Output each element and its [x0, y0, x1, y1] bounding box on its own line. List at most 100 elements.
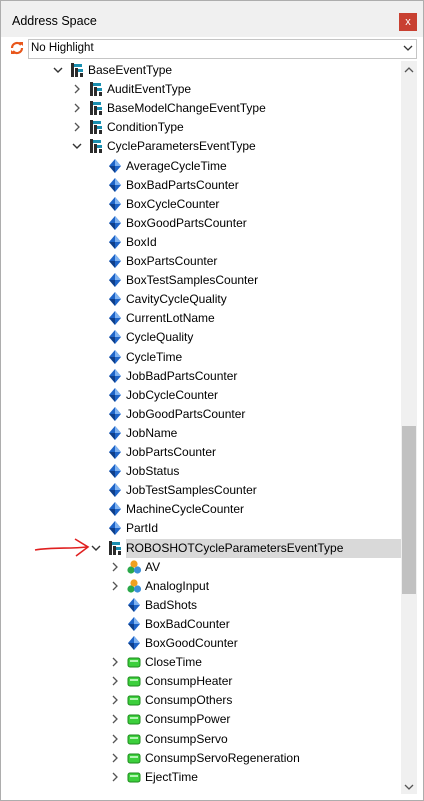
tree-item-consump-servo-regeneration[interactable]: ConsumpServoRegeneration	[1, 749, 401, 768]
tree-item-label: MachineCycleCounter	[126, 502, 245, 516]
property-icon	[109, 350, 121, 364]
variable-icon	[127, 753, 141, 764]
tree-item-consump-others[interactable]: ConsumpOthers	[1, 691, 401, 710]
tree-item-part-id[interactable]: PartId	[1, 519, 401, 538]
scroll-up-icon[interactable]	[404, 65, 414, 75]
red-arrow-annotation-icon	[34, 538, 90, 557]
property-icon	[109, 464, 121, 478]
tree-item-label: ConsumpOthers	[145, 693, 233, 707]
tree-item-label: ConsumpHeater	[145, 674, 233, 688]
tree-item-box-id[interactable]: BoxId	[1, 233, 401, 252]
chevron-down-icon[interactable]	[72, 141, 82, 151]
tree-item-job-name[interactable]: JobName	[1, 424, 401, 443]
tree-item-label: BoxCycleCounter	[126, 197, 220, 211]
chevron-right-icon[interactable]	[110, 772, 120, 782]
tree-item-eject-time[interactable]: EjectTime	[1, 768, 401, 787]
chevron-right-icon[interactable]	[72, 103, 82, 113]
tree-item-label: AnalogInput	[145, 579, 210, 593]
property-icon	[109, 292, 121, 306]
property-icon	[109, 369, 121, 383]
scroll-down-icon[interactable]	[404, 782, 414, 792]
tree-item-label: BoxGoodPartsCounter	[126, 216, 247, 230]
tree-item-base-model-change-event-type[interactable]: BaseModelChangeEventType	[1, 99, 401, 118]
scrollbar-thumb[interactable]	[402, 426, 416, 594]
highlight-select[interactable]: No Highlight	[28, 39, 417, 59]
tree-item-job-test-samples-counter[interactable]: JobTestSamplesCounter	[1, 481, 401, 500]
chevron-right-icon[interactable]	[110, 657, 120, 667]
tree-item-job-bad-parts-counter[interactable]: JobBadPartsCounter	[1, 367, 401, 386]
tree-item-cavity-cycle-quality[interactable]: CavityCycleQuality	[1, 290, 401, 309]
tree-item-machine-cycle-counter[interactable]: MachineCycleCounter	[1, 500, 401, 519]
tree-item-box-parts-counter[interactable]: BoxPartsCounter	[1, 252, 401, 271]
tree-item-cycle-time[interactable]: CycleTime	[1, 348, 401, 367]
tree-item-label: BoxBadPartsCounter	[126, 178, 239, 192]
tree-item-label: BoxId	[126, 235, 157, 249]
close-button[interactable]: x	[399, 13, 417, 31]
tree-item-label: BoxGoodCounter	[145, 636, 238, 650]
event-type-icon	[90, 120, 102, 134]
tree-item-label: BoxPartsCounter	[126, 254, 218, 268]
chevron-right-icon[interactable]	[110, 562, 120, 572]
tree-item-box-good-parts-counter[interactable]: BoxGoodPartsCounter	[1, 214, 401, 233]
event-type-icon	[109, 541, 121, 555]
tree-item-box-good-counter[interactable]: BoxGoodCounter	[1, 634, 401, 653]
tree-item-box-bad-parts-counter[interactable]: BoxBadPartsCounter	[1, 176, 401, 195]
address-space-panel: Address Space x No Highlight BaseEventTy…	[0, 0, 424, 801]
tree-item-label: JobGoodPartsCounter	[126, 407, 246, 421]
tree-item-job-good-parts-counter[interactable]: JobGoodPartsCounter	[1, 405, 401, 424]
tree-item-bad-shots[interactable]: BadShots	[1, 596, 401, 615]
tree-item-analog-input[interactable]: AnalogInput	[1, 577, 401, 596]
tree-item-label: JobPartsCounter	[126, 445, 217, 459]
vertical-scrollbar[interactable]	[401, 61, 417, 794]
tree-item-label: JobTestSamplesCounter	[126, 483, 257, 497]
tree-item-label: ROBOSHOTCycleParametersEventType	[126, 541, 344, 555]
chevron-down-icon[interactable]	[53, 65, 63, 75]
property-icon	[109, 216, 121, 230]
property-icon	[109, 235, 121, 249]
tree-item-job-status[interactable]: JobStatus	[1, 462, 401, 481]
property-icon	[109, 159, 121, 173]
tree-item-average-cycle-time[interactable]: AverageCycleTime	[1, 157, 401, 176]
variable-icon	[127, 676, 141, 687]
tree-item-label: AuditEventType	[107, 82, 192, 96]
tree-item-base-event-type[interactable]: BaseEventType	[1, 61, 401, 80]
chevron-right-icon[interactable]	[110, 695, 120, 705]
tree-item-current-lot-name[interactable]: CurrentLotName	[1, 309, 401, 328]
tree-item-box-cycle-counter[interactable]: BoxCycleCounter	[1, 195, 401, 214]
tree-item-label: BadShots	[145, 598, 198, 612]
chevron-right-icon[interactable]	[72, 122, 82, 132]
property-icon	[109, 483, 121, 497]
tree-item-label: CycleQuality	[126, 330, 194, 344]
tree-item-cycle-parameters-event-type[interactable]: CycleParametersEventType	[1, 137, 401, 156]
property-icon	[128, 617, 140, 631]
tree-item-av[interactable]: AV	[1, 558, 401, 577]
tree-item-job-parts-counter[interactable]: JobPartsCounter	[1, 443, 401, 462]
tree-item-consump-servo[interactable]: ConsumpServo	[1, 730, 401, 749]
address-space-tree: BaseEventType AuditEventType BaseModelChan…	[1, 61, 401, 799]
tree-item-label: CloseTime	[145, 655, 202, 669]
tree-item-box-bad-counter[interactable]: BoxBadCounter	[1, 615, 401, 634]
chevron-down-icon[interactable]	[91, 543, 101, 553]
tree-item-label: JobBadPartsCounter	[126, 369, 238, 383]
chevron-right-icon[interactable]	[110, 753, 120, 763]
variable-icon	[127, 734, 141, 745]
chevron-right-icon[interactable]	[72, 84, 82, 94]
refresh-icon[interactable]	[9, 40, 25, 56]
tree-item-consump-power[interactable]: ConsumpPower	[1, 710, 401, 729]
chevron-right-icon[interactable]	[110, 714, 120, 724]
tree-item-box-test-samples-counter[interactable]: BoxTestSamplesCounter	[1, 271, 401, 290]
tree-item-label: JobCycleCounter	[126, 388, 219, 402]
tree-item-label: BoxTestSamplesCounter	[126, 273, 259, 287]
chevron-right-icon[interactable]	[110, 581, 120, 591]
chevron-right-icon[interactable]	[110, 734, 120, 744]
event-type-icon	[90, 101, 102, 115]
tree-item-cycle-quality[interactable]: CycleQuality	[1, 328, 401, 347]
tree-item-label: CycleParametersEventType	[107, 139, 256, 153]
tree-item-consump-heater[interactable]: ConsumpHeater	[1, 672, 401, 691]
tree-item-condition-type[interactable]: ConditionType	[1, 118, 401, 137]
tree-item-close-time[interactable]: CloseTime	[1, 653, 401, 672]
tree-item-label: JobName	[126, 426, 178, 440]
tree-item-audit-event-type[interactable]: AuditEventType	[1, 80, 401, 99]
chevron-right-icon[interactable]	[110, 676, 120, 686]
tree-item-job-cycle-counter[interactable]: JobCycleCounter	[1, 386, 401, 405]
